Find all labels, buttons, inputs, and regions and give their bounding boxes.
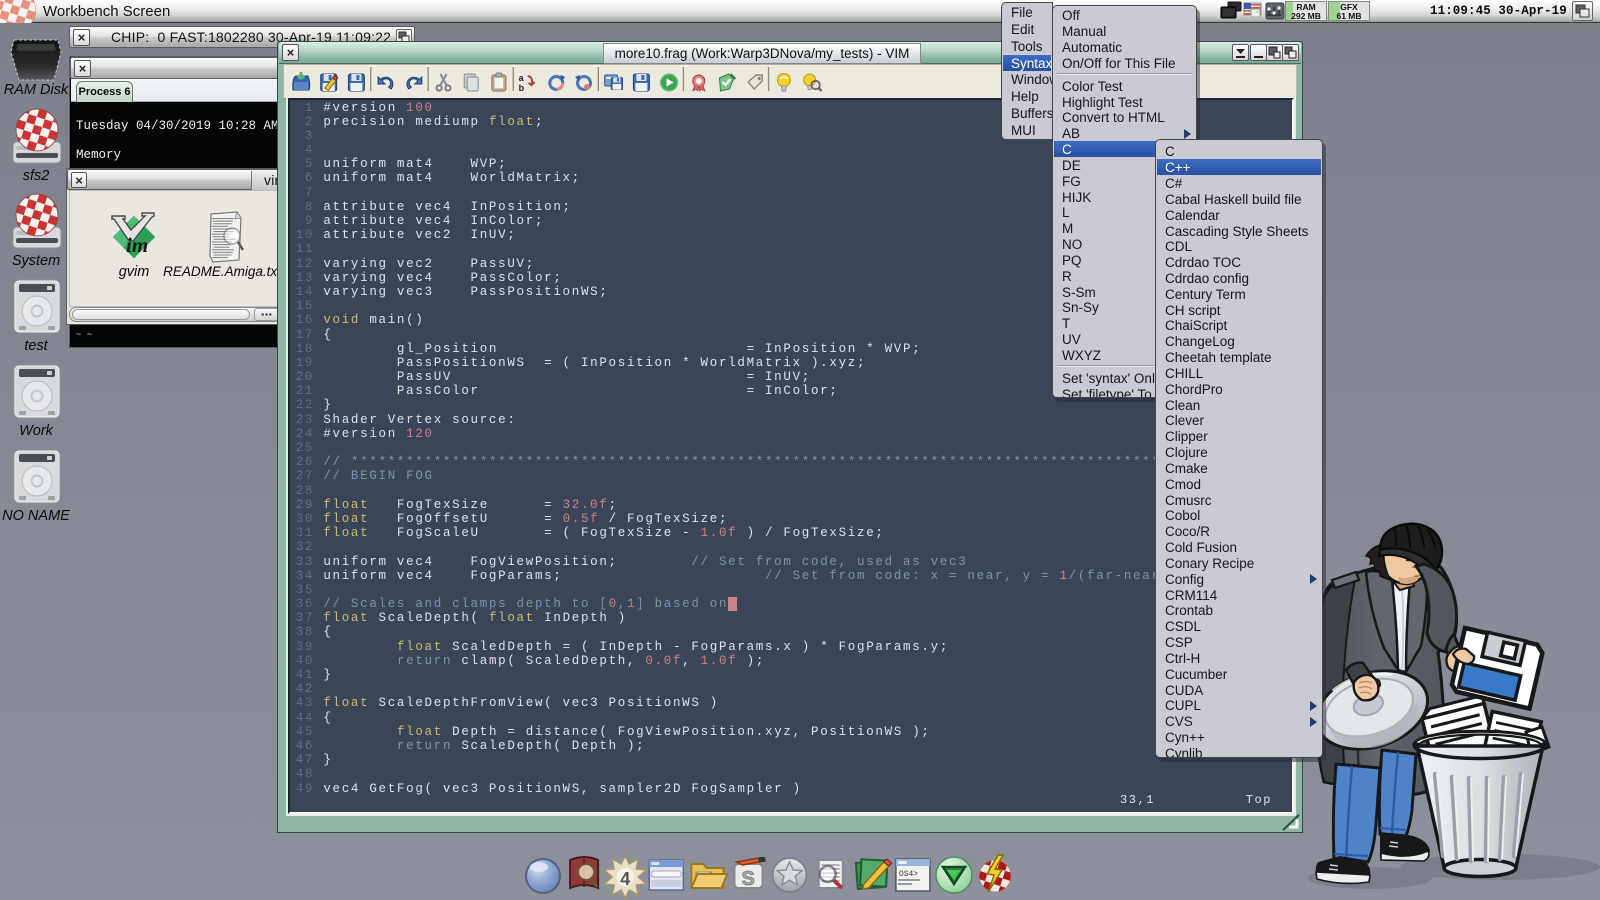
svg-text:im: im [126, 233, 148, 257]
svg-text:a: a [519, 73, 525, 83]
svg-text:OS4>: OS4> [899, 870, 918, 879]
svg-text:4: 4 [620, 869, 630, 889]
svg-text:b: b [519, 83, 525, 93]
svg-text:S: S [742, 868, 755, 890]
